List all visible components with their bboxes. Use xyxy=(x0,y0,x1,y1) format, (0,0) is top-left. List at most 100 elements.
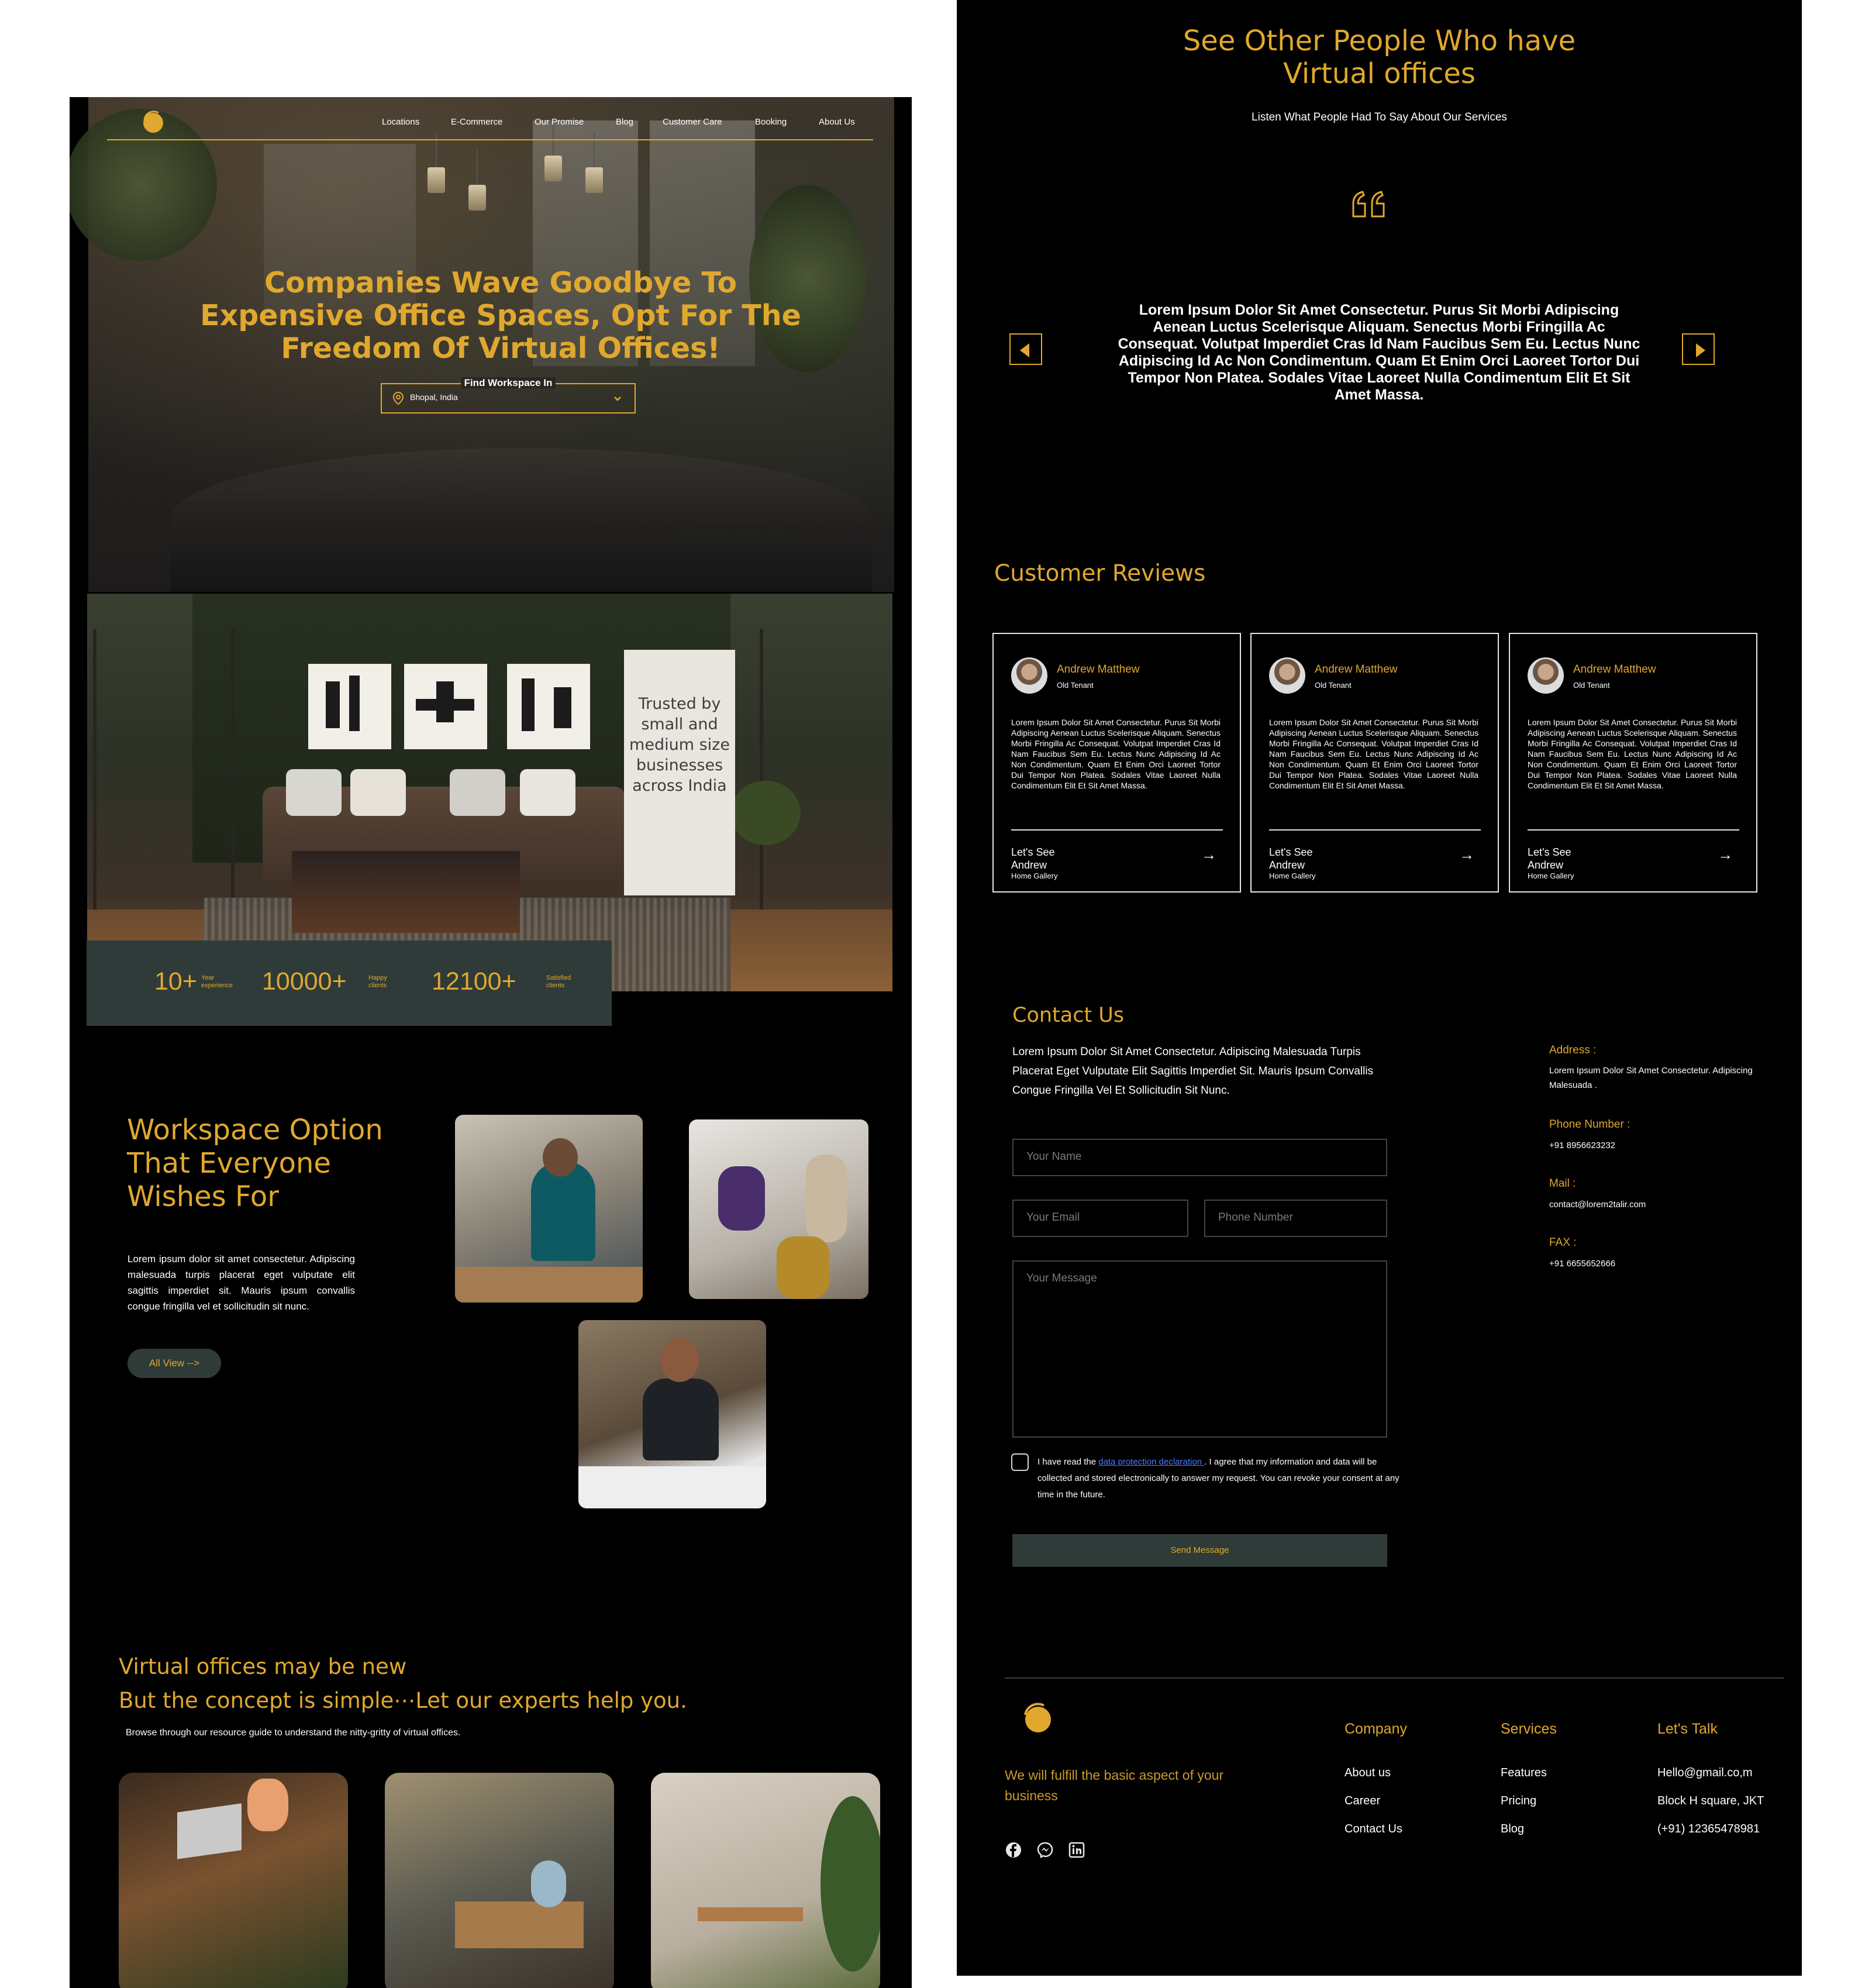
mail-value: contact@lorem2talir.com xyxy=(1549,1200,1646,1210)
stat-satisfied-number: 12100+ xyxy=(432,967,516,995)
resource-card-image[interactable] xyxy=(119,1773,348,1988)
virtual-offices-title: Virtual offices may be new But the conce… xyxy=(119,1654,687,1713)
review-gallery-label: Home Gallery xyxy=(1011,871,1058,880)
hero-title: Companies Wave Goodbye To Expensive Offi… xyxy=(200,266,801,365)
chevron-down-icon xyxy=(614,397,621,401)
fax-value: +91 6655652666 xyxy=(1549,1259,1616,1269)
testimonial-quote-text: Lorem Ipsum Dolor Sit Amet Consectetur. … xyxy=(1118,302,1640,403)
workspace-photo-team-meeting xyxy=(689,1119,868,1299)
wall-art xyxy=(507,664,590,749)
workspace-photo-man-laptop xyxy=(578,1320,766,1508)
data-protection-link[interactable]: data protection declaration xyxy=(1098,1457,1204,1467)
all-view-button[interactable]: All View --> xyxy=(127,1349,221,1378)
arrow-right-icon[interactable]: → xyxy=(1201,846,1216,864)
review-text: Lorem Ipsum Dolor Sit Amet Consectetur. … xyxy=(1269,718,1478,790)
nav-underline xyxy=(107,139,873,140)
review-text: Lorem Ipsum Dolor Sit Amet Consectetur. … xyxy=(1528,718,1737,790)
footer-link-blog[interactable]: Blog xyxy=(1501,1822,1524,1836)
phone-value: +91 8956623232 xyxy=(1549,1141,1616,1150)
linkedin-icon[interactable] xyxy=(1068,1841,1085,1859)
green-cushion xyxy=(730,781,801,845)
arrow-right-icon[interactable]: → xyxy=(1459,846,1474,864)
footer-email[interactable]: Hello@gmail.co,m xyxy=(1657,1766,1753,1780)
reviewer-name: Andrew Matthew xyxy=(1573,663,1656,676)
sofa-cushion xyxy=(350,769,406,816)
testimonial-prev-button[interactable] xyxy=(1009,333,1042,365)
consent-text: I have read the data protection declarat… xyxy=(1037,1457,1399,1500)
pendant-lamp xyxy=(585,132,603,193)
footer-services-heading: Services xyxy=(1501,1721,1557,1737)
footer-link-pricing[interactable]: Pricing xyxy=(1501,1794,1536,1808)
landing-page-left: Locations E-Commerce Our Promise Blog Cu… xyxy=(70,97,912,1988)
reviewer-name: Andrew Matthew xyxy=(1315,663,1398,676)
quote-icon xyxy=(1352,191,1385,218)
email-input[interactable]: Your Email xyxy=(1012,1200,1188,1237)
location-pin-icon xyxy=(392,391,404,405)
resource-card-image[interactable] xyxy=(385,1773,614,1988)
room-shelf xyxy=(93,629,235,936)
phone-label: Phone Number : xyxy=(1549,1118,1630,1131)
location-value: Bhopal, India xyxy=(410,392,458,402)
arrow-right-icon[interactable]: → xyxy=(1718,846,1733,864)
resource-card-image[interactable] xyxy=(651,1773,880,1988)
reviewer-role: Old Tenant xyxy=(1315,681,1352,690)
stat-clients-label: Happy clients xyxy=(368,974,387,989)
phone-input[interactable]: Phone Number xyxy=(1204,1200,1387,1237)
find-workspace-label: Find Workspace In xyxy=(382,377,635,389)
trusted-banner: Trusted by small and medium size busines… xyxy=(624,650,735,895)
testimonials-title: See Other People Who have Virtual office… xyxy=(1183,25,1576,90)
name-input[interactable]: Your Name xyxy=(1012,1139,1387,1176)
review-divider xyxy=(1269,829,1481,831)
review-card[interactable]: Andrew Matthew Old Tenant Lorem Ipsum Do… xyxy=(1509,633,1757,893)
brand-logo-icon[interactable] xyxy=(141,110,166,135)
review-card[interactable]: Andrew Matthew Old Tenant Lorem Ipsum Do… xyxy=(992,633,1241,893)
nav-e-commerce[interactable]: E-Commerce xyxy=(451,117,502,127)
nav-our-promise[interactable]: Our Promise xyxy=(535,117,584,127)
location-select[interactable]: Find Workspace In Bhopal, India xyxy=(381,377,636,414)
sofa-cushion xyxy=(520,769,575,816)
review-card[interactable]: Andrew Matthew Old Tenant Lorem Ipsum Do… xyxy=(1250,633,1499,893)
footer-phone[interactable]: (+91) 12365478981 xyxy=(1657,1822,1760,1836)
pendant-lamp xyxy=(544,120,562,181)
testimonial-next-button[interactable] xyxy=(1682,333,1715,365)
footer-link-contact-us[interactable]: Contact Us xyxy=(1345,1822,1402,1836)
nav-customer-care[interactable]: Customer Care xyxy=(663,117,722,127)
footer-link-features[interactable]: Features xyxy=(1501,1766,1547,1780)
coffee-table xyxy=(292,851,520,933)
contact-title: Contact Us xyxy=(1012,1004,1125,1027)
footer-link-career[interactable]: Career xyxy=(1345,1794,1380,1808)
brand-logo-icon[interactable] xyxy=(1021,1702,1053,1735)
contact-description: Lorem Ipsum Dolor Sit Amet Consectetur. … xyxy=(1012,1046,1374,1097)
stat-years-number: 10+ xyxy=(154,967,197,995)
workspace-description: Lorem ipsum dolor sit amet consectetur. … xyxy=(127,1253,355,1312)
facebook-icon[interactable] xyxy=(1005,1841,1022,1859)
messenger-icon[interactable] xyxy=(1036,1841,1054,1859)
address-value: Lorem Ipsum Dolor Sit Amet Consectetur. … xyxy=(1549,1066,1753,1090)
caret-left-icon xyxy=(1020,343,1029,357)
consent-checkbox[interactable] xyxy=(1011,1453,1029,1471)
nav-locations[interactable]: Locations xyxy=(382,117,419,127)
reviewer-role: Old Tenant xyxy=(1057,681,1094,690)
send-message-button[interactable]: Send Message xyxy=(1012,1534,1387,1567)
avatar xyxy=(1269,657,1305,694)
nav-booking[interactable]: Booking xyxy=(755,117,787,127)
footer-tagline: We will fulfill the basic aspect of your… xyxy=(1005,1768,1224,1803)
hero-table xyxy=(170,448,872,592)
mail-label: Mail : xyxy=(1549,1177,1576,1190)
room-shelf xyxy=(760,629,892,936)
footer-company-heading: Company xyxy=(1345,1721,1407,1737)
sofa-cushion xyxy=(450,769,505,816)
nav-blog[interactable]: Blog xyxy=(616,117,633,127)
review-lets-see: Let's See Andrew xyxy=(1269,846,1313,871)
message-textarea[interactable]: Your Message xyxy=(1012,1260,1387,1438)
avatar xyxy=(1011,657,1047,694)
wall-art xyxy=(404,664,487,749)
nav-about-us[interactable]: About Us xyxy=(819,117,855,127)
landing-page-right: See Other People Who have Virtual office… xyxy=(957,0,1802,1976)
stats-bar: 10+ Year experience 10000+ Happy clients 1… xyxy=(87,940,612,1026)
pendant-lamp xyxy=(468,150,486,211)
review-divider xyxy=(1011,829,1223,831)
stat-satisfied-label: Satisfied clients xyxy=(546,974,571,989)
review-gallery-label: Home Gallery xyxy=(1269,871,1316,880)
footer-link-about-us[interactable]: About us xyxy=(1345,1766,1391,1780)
